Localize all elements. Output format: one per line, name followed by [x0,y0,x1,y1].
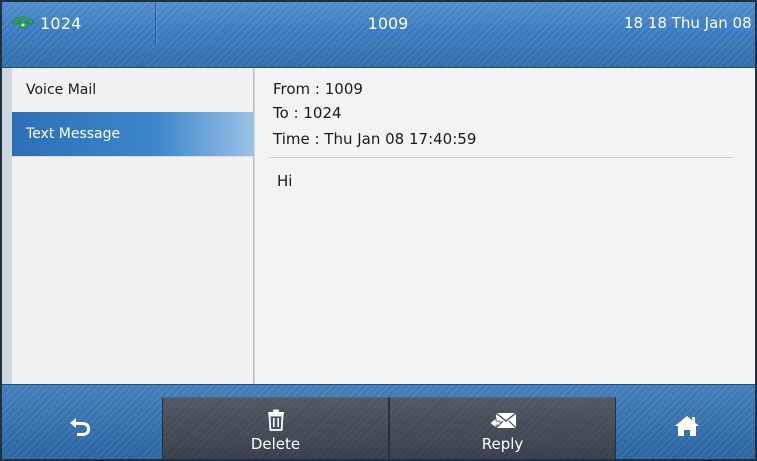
message-view: From : 1009 To : 1024 Time : Thu Jan 08 … [255,68,757,384]
reply-label: Reply [481,435,524,453]
menu-item-voice-mail[interactable]: Voice Mail [12,68,254,112]
softkey-bar: Delete Reply [0,384,757,461]
message-from: From : 1009 [273,80,363,98]
message-to: To : 1024 [273,104,342,122]
phone-screen: 1024 1009 18 18 Thu Jan 08 Voice Mail Te… [0,0,757,461]
back-arrow-icon [68,415,94,437]
phone-handset-icon [12,14,34,33]
delete-label: Delete [250,435,301,453]
account-status: 1024 [0,1,156,45]
reply-button[interactable]: Reply [389,397,616,461]
home-button[interactable] [616,397,757,461]
trash-icon [267,409,285,431]
message-type-list: Voice Mail Text Message [12,68,254,384]
message-time: Time : Thu Jan 08 17:40:59 [273,130,477,148]
menu-item-text-message[interactable]: Text Message [12,112,254,156]
delete-button[interactable]: Delete [162,397,389,461]
account-number: 1024 [40,13,82,33]
title-bar: 1024 1009 18 18 Thu Jan 08 [0,0,757,68]
envelope-reply-icon [488,409,517,431]
message-body: Hi [277,172,293,190]
contact-title: 1009 [367,13,409,33]
header-divider [269,157,733,158]
home-icon [674,415,700,437]
date-time: 18 18 Thu Jan 08 [624,14,752,32]
menu-divider [12,156,254,157]
back-button[interactable] [0,397,162,461]
